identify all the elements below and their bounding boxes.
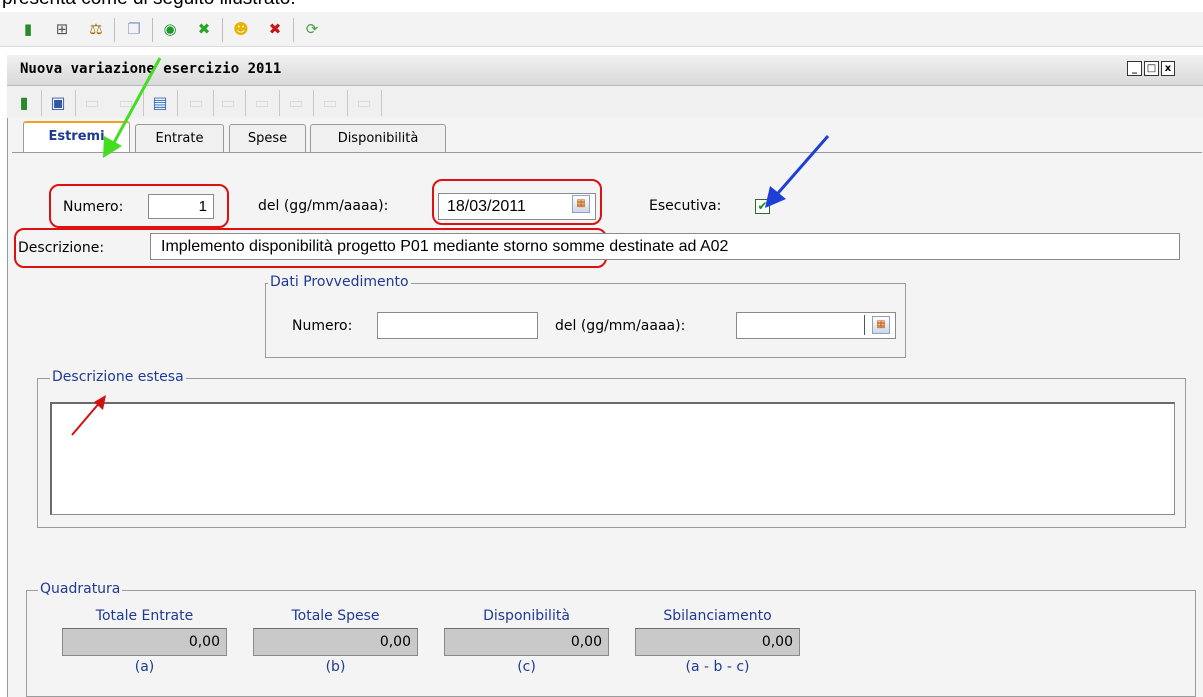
blue-arrow-icon [765,135,830,208]
red-arrow-icon [71,395,106,436]
green-arrow-icon [103,57,162,158]
annotation-arrows [71,57,830,436]
